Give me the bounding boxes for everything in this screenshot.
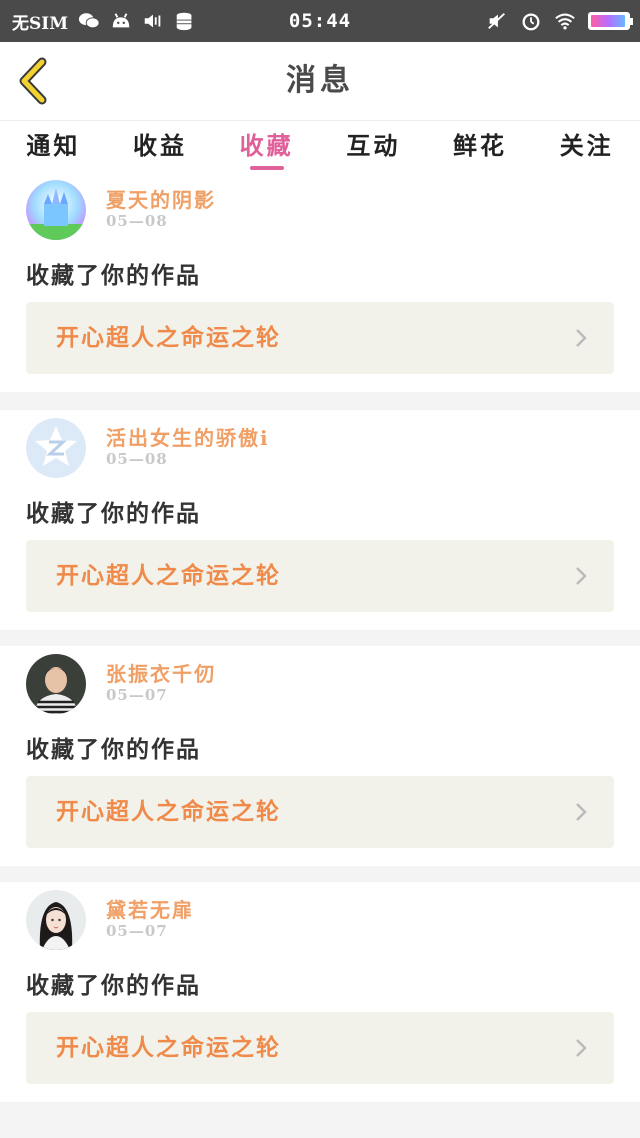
work-title: 开心超人之命运之轮 bbox=[56, 562, 281, 589]
status-right bbox=[486, 0, 633, 42]
work-title: 开心超人之命运之轮 bbox=[56, 324, 281, 351]
wifi-icon bbox=[555, 13, 575, 30]
action-text: 收藏了你的作品 bbox=[26, 736, 201, 763]
username[interactable]: 活出女生的骄傲i bbox=[106, 422, 270, 451]
action-text: 收藏了你的作品 bbox=[26, 972, 201, 999]
avatar-girl[interactable] bbox=[26, 890, 86, 950]
app-header: 消息 bbox=[0, 42, 640, 120]
list-item: 黛若无扉 05—07 收藏了你的作品 开心超人之命运之轮 bbox=[0, 882, 640, 1102]
favorites-feed: 夏天的阴影 05—08 收藏了你的作品 开心超人之命运之轮 活出女生的骄傲i 0… bbox=[0, 172, 640, 1118]
action-text: 收藏了你的作品 bbox=[26, 500, 201, 527]
alarm-icon bbox=[522, 13, 540, 31]
work-link[interactable]: 开心超人之命运之轮 bbox=[26, 302, 614, 374]
work-link[interactable]: 开心超人之命运之轮 bbox=[26, 1012, 614, 1084]
username[interactable]: 黛若无扉 bbox=[106, 894, 194, 923]
chevron-right-icon bbox=[576, 329, 587, 347]
date: 05—08 bbox=[106, 450, 168, 468]
date: 05—07 bbox=[106, 686, 168, 704]
tab-follow[interactable]: 关注 bbox=[533, 121, 640, 172]
page-title: 消息 bbox=[286, 63, 354, 98]
tab-notification[interactable]: 通知 bbox=[0, 121, 107, 172]
avatar-default[interactable] bbox=[26, 418, 86, 478]
list-item: 夏天的阴影 05—08 收藏了你的作品 开心超人之命运之轮 bbox=[0, 172, 640, 392]
tab-flowers[interactable]: 鲜花 bbox=[427, 121, 534, 172]
chevron-right-icon bbox=[576, 567, 587, 585]
chevron-right-icon bbox=[576, 1039, 587, 1057]
avatar-boy[interactable] bbox=[26, 654, 86, 714]
list-item: 活出女生的骄傲i 05—08 收藏了你的作品 开心超人之命运之轮 bbox=[0, 410, 640, 630]
battery-icon bbox=[588, 12, 633, 30]
username[interactable]: 夏天的阴影 bbox=[106, 184, 216, 213]
work-link[interactable]: 开心超人之命运之轮 bbox=[26, 776, 614, 848]
list-item: 张振衣千仞 05—07 收藏了你的作品 开心超人之命运之轮 bbox=[0, 646, 640, 866]
date: 05—07 bbox=[106, 922, 168, 940]
date: 05—08 bbox=[106, 212, 168, 230]
tab-interaction[interactable]: 互动 bbox=[320, 121, 427, 172]
work-title: 开心超人之命运之轮 bbox=[56, 798, 281, 825]
tab-earnings[interactable]: 收益 bbox=[107, 121, 214, 172]
mute-icon bbox=[488, 12, 505, 30]
status-bar: 无SIM 05:44 bbox=[0, 0, 640, 42]
avatar-castle[interactable] bbox=[26, 180, 86, 240]
chevron-right-icon bbox=[576, 803, 587, 821]
work-link[interactable]: 开心超人之命运之轮 bbox=[26, 540, 614, 612]
work-title: 开心超人之命运之轮 bbox=[56, 1034, 281, 1061]
username[interactable]: 张振衣千仞 bbox=[106, 658, 216, 687]
tab-bar: 通知 收益 收藏 互动 鲜花 关注 bbox=[0, 120, 640, 172]
action-text: 收藏了你的作品 bbox=[26, 262, 201, 289]
tab-favorites[interactable]: 收藏 bbox=[213, 121, 320, 172]
